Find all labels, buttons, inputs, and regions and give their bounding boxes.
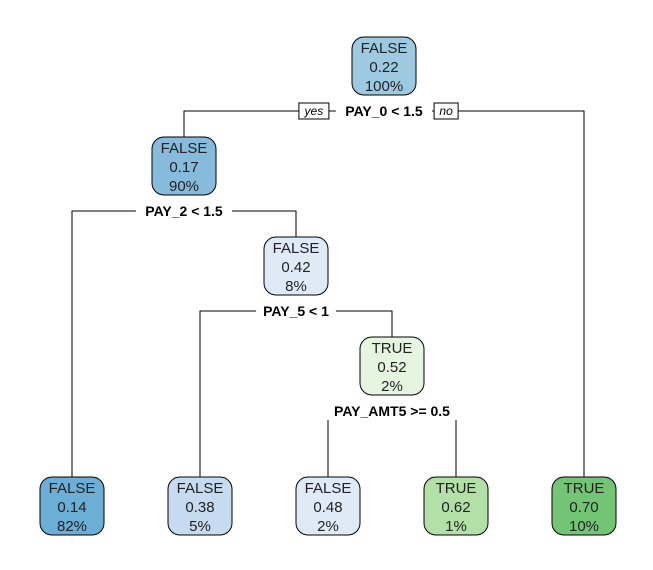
split-label: PAY_2 < 1.5 <box>145 203 223 219</box>
node-class-label: TRUE <box>436 480 477 497</box>
tree-node: FALSE 0.14 82% <box>39 476 105 536</box>
node-class-label: TRUE <box>564 480 605 497</box>
split-condition: PAY_0 < 1.5 yes no <box>298 102 459 120</box>
node-probability: 0.48 <box>313 499 342 516</box>
node-percentage: 5% <box>189 518 211 535</box>
tree-edge <box>384 110 585 477</box>
node-probability: 0.38 <box>185 499 214 516</box>
tree-edge <box>199 310 296 477</box>
node-class-label: FALSE <box>361 40 408 57</box>
node-probability: 0.70 <box>569 499 598 516</box>
split-condition: PAY_AMT5 >= 0.5 <box>327 402 457 420</box>
tree-edge <box>392 410 457 477</box>
yes-label: yes <box>304 104 324 118</box>
tree-edge <box>71 210 184 477</box>
node-probability: 0.17 <box>169 159 198 176</box>
tree-node: FALSE 0.42 8% <box>263 236 329 296</box>
split-label: PAY_0 < 1.5 <box>345 103 423 119</box>
node-class-label: FALSE <box>273 240 320 257</box>
tree-node: FALSE 0.22 100% <box>351 36 417 96</box>
node-class-label: FALSE <box>305 480 352 497</box>
node-percentage: 100% <box>365 78 403 95</box>
tree-node: FALSE 0.17 90% <box>151 136 217 196</box>
node-percentage: 8% <box>285 278 307 295</box>
node-percentage: 90% <box>169 178 199 195</box>
split-label: PAY_AMT5 >= 0.5 <box>334 403 450 419</box>
node-class-label: FALSE <box>177 480 224 497</box>
tree-node: TRUE 0.62 1% <box>423 476 489 536</box>
node-class-label: FALSE <box>161 140 208 157</box>
node-probability: 0.42 <box>281 259 310 276</box>
tree-node: FALSE 0.48 2% <box>295 476 361 536</box>
node-percentage: 1% <box>445 518 467 535</box>
node-probability: 0.62 <box>441 499 470 516</box>
tree-edge <box>327 410 392 477</box>
tree-node: TRUE 0.52 2% <box>359 336 425 396</box>
node-class-label: FALSE <box>49 480 96 497</box>
yes-branch-label: yes <box>298 102 330 120</box>
tree-node: TRUE 0.70 10% <box>551 476 617 536</box>
node-probability: 0.22 <box>369 59 398 76</box>
node-probability: 0.14 <box>57 499 86 516</box>
decision-tree-diagram: FALSE 0.22 100% FALSE 0.17 90% TRUE 0.70 10% FALS… <box>39 36 617 536</box>
node-percentage: 10% <box>569 518 599 535</box>
node-class-label: TRUE <box>372 340 413 357</box>
no-label: no <box>439 104 453 118</box>
split-label: PAY_5 < 1 <box>263 303 329 319</box>
split-condition: PAY_5 < 1 <box>256 302 336 320</box>
no-branch-label: no <box>433 102 459 120</box>
tree-node: FALSE 0.38 5% <box>167 476 233 536</box>
node-percentage: 2% <box>317 518 339 535</box>
node-percentage: 82% <box>57 518 87 535</box>
node-percentage: 2% <box>381 378 403 395</box>
node-probability: 0.52 <box>377 359 406 376</box>
split-condition: PAY_2 < 1.5 <box>135 202 233 220</box>
